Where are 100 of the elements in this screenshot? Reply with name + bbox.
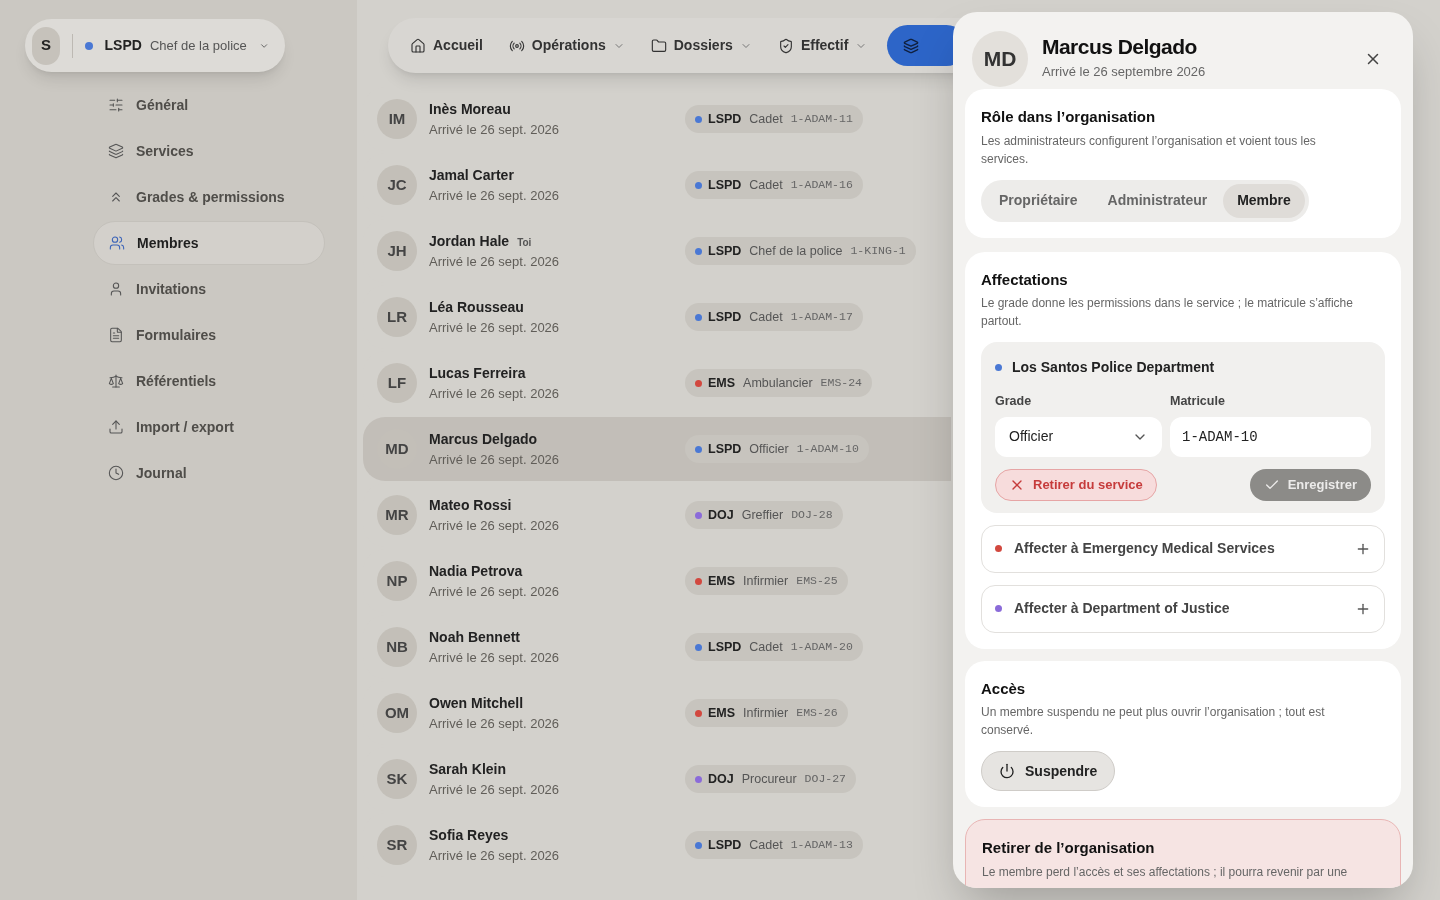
service-badge: LSPD Cadet 1-ADAM-11 [685,105,863,133]
avatar: NP [377,561,417,601]
nav-icon [410,37,426,54]
arrival-date: Arrivé le 26 sept. 2026 [429,648,561,667]
service-badge: LSPD Cadet 1-ADAM-20 [685,633,863,661]
sidebar-item[interactable]: Référentiels [93,359,325,403]
member-name: Owen Mitchell [429,693,524,713]
role-option[interactable]: Propriétaire [985,183,1092,218]
service-code: LSPD [104,36,142,55]
menu-icon [108,143,124,159]
member-name: Léa Rousseau [429,297,524,317]
arrival-date: Arrivé le 26 sept. 2026 [429,384,561,403]
menu-icon [108,97,124,113]
avatar: NB [377,627,417,667]
member-name: Sofia Reyes [429,825,509,845]
sidebar-item[interactable]: Services [93,129,325,173]
sidebar-item[interactable]: Grades & permissions [93,175,325,219]
remove-service-button[interactable]: Retirer du service [995,468,1157,501]
sidebar-item[interactable]: Membres [93,221,325,265]
nav-icon [650,37,667,54]
field-label: Grade [995,393,1033,410]
menu-icon [108,327,124,343]
avatar: LF [377,363,417,403]
service-badge: DOJ Procureur DOJ-27 [685,765,856,793]
avatar: JC [377,165,417,205]
section-description: Les administrateurs configurent l’organisation et voient tous les services. [981,132,1317,168]
member-name: Noah Bennett [429,627,520,647]
service-badge: LSPD Cadet 1-ADAM-13 [685,831,863,859]
section-title: Accès [981,678,1027,699]
avatar: JH [377,231,417,271]
nav-item[interactable]: Dossiers [650,35,752,56]
service-badge: EMS Ambulancier EMS-24 [685,369,872,397]
service-badge: LSPD Chef de la police 1-KING-1 [685,237,916,265]
arrival-date: Arrivé le 26 sept. 2026 [429,450,561,469]
assign-service-button[interactable]: Affecter à Emergency Medical Services [981,524,1385,573]
section-title: Affectations [981,269,1069,290]
menu-icon [108,419,124,435]
avatar: MR [377,495,417,535]
section-title: Rôle dans l’organisation [981,107,1157,127]
arrival-date: Arrivé le 26 septembre 2026 [1042,63,1207,81]
avatar: MD [972,31,1028,87]
member-row[interactable]: MD Marcus Delgado Arrivé le 26 sept. 2026 LSPD Officier 1-ADAM-10 [363,417,951,481]
member-name: Mateo Rossi [429,495,512,515]
role-option[interactable]: Administrateur [1093,183,1222,218]
sidebar-item[interactable]: Formulaires [93,313,325,357]
arrival-date: Arrivé le 26 sept. 2026 [429,846,561,865]
arrival-date: Arrivé le 26 sept. 2026 [429,252,561,271]
avatar: SK [377,759,417,799]
service-name: Los Santos Police Department [1012,358,1215,377]
member-name: Marcus Delgado [429,429,538,449]
menu-icon [108,465,124,481]
section-description: Le membre perd l’accès et ses affectations ; il pourra revenir par une [982,863,1349,881]
member-name: Sarah Klein [429,759,507,779]
grade-label: Chef de la police [149,36,247,55]
suspend-button[interactable]: Suspendre [981,751,1116,792]
arrival-date: Arrivé le 26 sept. 2026 [429,714,561,733]
member-name: Jordan Hale [429,231,510,251]
service-badge: EMS Infirmier EMS-26 [685,699,848,727]
assign-service-button[interactable]: Affecter à Department of Justice [981,584,1385,633]
arrival-date: Arrivé le 26 sept. 2026 [429,516,561,535]
arrival-date: Arrivé le 26 sept. 2026 [429,582,561,601]
sidebar-item[interactable]: Journal [93,451,325,495]
member-name: Nadia Petrova [429,561,523,581]
role-option[interactable]: Membre [1223,183,1305,218]
service-badge: LSPD Officier 1-ADAM-10 [685,435,869,463]
nav-item[interactable]: Opérations [508,35,625,56]
field-label: Matricule [1170,393,1226,410]
avatar: S [32,26,60,65]
section-description: Un membre suspendu ne peut plus ouvrir l’organisation ; tout est conservé. [981,704,1326,740]
arrival-date: Arrivé le 26 sept. 2026 [429,186,561,205]
section-title: Retirer de l’organisation [982,838,1156,859]
avatar: IM [377,99,417,139]
menu-icon [109,235,125,251]
member-name: Jamal Carter [429,165,514,185]
arrival-date: Arrivé le 26 sept. 2026 [429,780,561,799]
sidebar-item[interactable]: Général [93,83,325,127]
service-badge: DOJ Greffier DOJ-28 [685,501,843,529]
section-description: Le grade donne les permissions dans le service ; le matricule s’affiche partout. [981,295,1354,330]
member-name: Lucas Ferreira [429,363,526,383]
member-name: Inès Moreau [429,99,511,119]
menu-icon [108,281,124,297]
nav-icon [777,37,794,54]
service-badge: EMS Infirmier EMS-25 [685,567,848,595]
avatar: SR [377,825,417,865]
member-name: Marcus Delgado [1042,33,1198,60]
grade-select[interactable]: Officier [995,416,1162,457]
layers-icon [903,37,920,54]
sidebar-item[interactable]: Import / export [93,405,325,449]
organization-switcher[interactable]: S LSPD Chef de la police [25,19,285,72]
callsign-field[interactable]: 1-ADAM-10 [1170,416,1371,457]
service-badge: LSPD Cadet 1-ADAM-17 [685,303,863,331]
sidebar-item[interactable]: Invitations [93,267,325,311]
arrival-date: Arrivé le 26 sept. 2026 [429,120,561,139]
power-icon [999,763,1015,780]
nav-item[interactable]: Accueil [410,35,483,56]
menu-icon [108,373,124,389]
arrival-date: Arrivé le 26 sept. 2026 [429,318,561,337]
nav-item[interactable]: Effectif [777,35,868,56]
service-badge: LSPD Cadet 1-ADAM-16 [685,171,863,199]
avatar: LR [377,297,417,337]
